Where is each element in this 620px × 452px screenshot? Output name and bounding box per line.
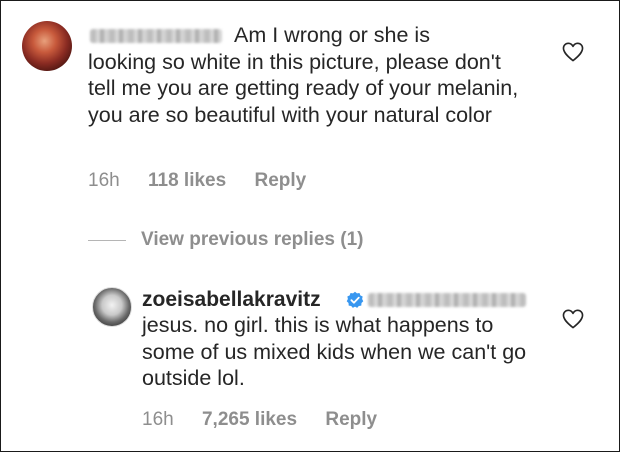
likes-count[interactable]: 7,265 likes [202,409,297,431]
comment-meta: 16h 118 likes Reply [88,170,329,192]
heart-icon[interactable] [562,309,584,329]
reply-button[interactable]: Reply [254,170,306,192]
reply-button[interactable]: Reply [325,409,377,431]
comment-text-rest: looking so white in this picture, please… [88,49,519,127]
divider-line [88,239,126,241]
username[interactable]: zoeisabellakravitz [142,288,321,312]
view-previous-replies-label[interactable]: View previous replies (1) [141,229,363,251]
avatar[interactable] [92,287,132,327]
comment-text-line-1: Am I wrong or she is [234,23,430,47]
comment-meta: 16h 7,265 likes Reply [142,409,400,431]
avatar[interactable] [22,21,72,71]
comment-text: Am I wrong or she is looking so white in… [88,22,528,128]
verified-badge-icon [346,291,364,308]
comment-time: 16h [88,170,120,191]
comment-text: jesus. no girl. this is what happens to … [142,313,527,390]
heart-icon[interactable] [562,42,584,62]
view-previous-replies[interactable]: View previous replies (1) [88,229,363,251]
blurred-mention[interactable] [368,293,526,307]
likes-count[interactable]: 118 likes [148,170,226,192]
comment-time: 16h [142,409,174,430]
